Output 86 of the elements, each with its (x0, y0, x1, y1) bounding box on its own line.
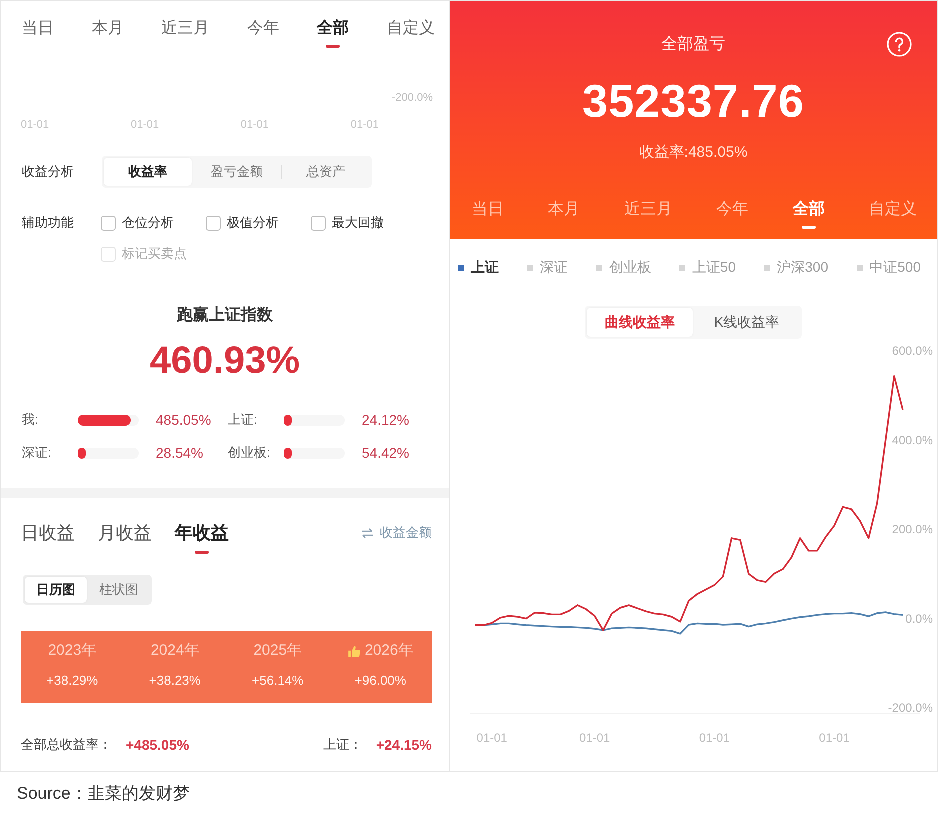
comparison-value: 24.12% (362, 412, 410, 428)
comparison-value: 28.54% (156, 445, 204, 461)
period-tab[interactable]: 全部 (792, 200, 825, 229)
axis-label: 01-01 (350, 118, 379, 132)
legend-marker-icon (764, 265, 770, 271)
year-return: +38.23% (149, 673, 201, 689)
swap-icon (361, 528, 374, 538)
axis-label: 01-01 (580, 731, 610, 745)
return-tab[interactable]: 日收益 (21, 522, 75, 554)
total-return-label: 全部总收益率： (21, 736, 112, 754)
axis-label: 600.0% (892, 344, 933, 358)
view-tab[interactable]: 日历图 (25, 577, 87, 603)
year-label: 2023年 (48, 642, 97, 660)
year-return: +56.14% (252, 673, 304, 689)
period-tab[interactable]: 全部 (317, 19, 350, 48)
total-return-value: +485.05% (126, 737, 190, 753)
section-label: 辅助功能 (22, 214, 75, 232)
period-tab[interactable]: 今年 (716, 200, 749, 229)
year-return: +38.29% (46, 673, 98, 689)
legend-item[interactable]: 上证50 (679, 259, 736, 277)
axis-label: 200.0% (892, 522, 933, 536)
index-return-value: +24.15% (376, 737, 432, 753)
segment-tab[interactable]: 收益率 (104, 158, 192, 186)
axis-label: -200.0% (392, 91, 433, 105)
legend-marker-icon (527, 265, 534, 271)
year-label: 2025年 (254, 642, 302, 660)
checkbox-label: 仓位分析 (122, 214, 174, 232)
header-title: 全部盈亏 (662, 34, 726, 55)
summary-title: 跑赢上证指数 (176, 306, 274, 326)
legend-marker-icon (458, 265, 464, 271)
checkbox[interactable] (311, 216, 326, 230)
axis-label: 01-01 (699, 731, 730, 745)
segment-tab[interactable]: 盈亏金额 (193, 158, 281, 186)
checkbox-label: 极值分析 (227, 214, 279, 232)
period-tab[interactable]: 当日 (22, 19, 54, 48)
period-tab[interactable]: 近三月 (624, 200, 672, 229)
chart-mode-tab[interactable]: K线收益率 (694, 308, 800, 337)
comparison-value: 54.42% (362, 445, 410, 461)
comparison-value: 485.05% (156, 412, 212, 428)
axis-label: 0.0% (906, 612, 933, 626)
segment-tab[interactable]: 总资产 (282, 158, 370, 186)
index-return-label: 上证： (323, 736, 362, 754)
year-label: 2024年 (150, 642, 200, 660)
axis-label: 01-01 (21, 118, 50, 132)
axis-label: 01-01 (130, 118, 160, 132)
period-tab[interactable]: 近三月 (162, 19, 210, 48)
section-label: 收益分析 (22, 163, 75, 181)
comparison-label: 我: (22, 411, 40, 429)
period-tab[interactable]: 本月 (92, 19, 124, 48)
period-tab[interactable]: 本月 (548, 200, 580, 229)
legend-item[interactable]: 深证 (527, 259, 568, 277)
legend-item[interactable]: 上证 (458, 259, 499, 277)
return-tab[interactable]: 月收益 (98, 522, 152, 554)
axis-label: -200.0% (888, 701, 933, 715)
comparison-label: 上证: (228, 411, 259, 429)
comparison-label: 深证: (22, 444, 53, 462)
period-tab[interactable]: 今年 (247, 19, 280, 48)
legend-item[interactable]: 创业板 (596, 259, 652, 277)
axis-label: 400.0% (892, 433, 933, 448)
axis-label: 01-01 (476, 731, 508, 745)
legend-item[interactable]: 沪深300 (764, 259, 828, 277)
legend-marker-icon (856, 265, 863, 271)
checkbox[interactable] (101, 216, 116, 230)
view-tab[interactable]: 柱状图 (88, 577, 150, 603)
period-tab[interactable]: 当日 (472, 200, 504, 229)
year-label: 2026年 (364, 642, 414, 660)
checkbox-label: 标记买卖点 (122, 245, 187, 263)
total-profit: 352337.76 (582, 78, 806, 124)
legend-marker-icon (596, 265, 602, 271)
checkbox-label: 最大回撤 (332, 214, 384, 232)
return-rate: 收益率:485.05% (638, 144, 749, 162)
axis-label: 01-01 (819, 731, 850, 745)
checkbox[interactable] (206, 216, 221, 230)
outperform-value: 460.93% (148, 339, 301, 383)
legend-item[interactable]: 中证500 (856, 259, 921, 277)
source-caption: Source：韭菜的发财梦 (16, 783, 191, 805)
year-return: +96.00% (354, 673, 406, 689)
period-tab[interactable]: 自定义 (386, 19, 435, 48)
chart-mode-tab[interactable]: 曲线收益率 (587, 308, 693, 337)
legend-marker-icon (679, 265, 686, 271)
help-icon[interactable] (887, 32, 912, 57)
amount-toggle-link[interactable]: 收益金额 (361, 522, 432, 544)
comparison-label: 创业板: (228, 444, 272, 462)
axis-label: 01-01 (240, 118, 270, 132)
period-tab[interactable]: 自定义 (868, 200, 917, 229)
return-tab[interactable]: 年收益 (175, 522, 229, 554)
